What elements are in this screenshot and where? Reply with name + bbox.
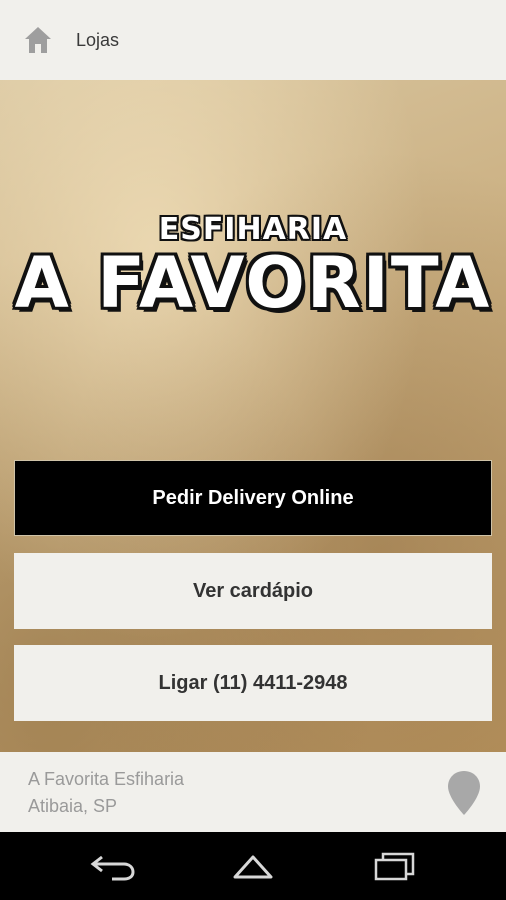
store-city: Atibaia, SP	[28, 796, 118, 816]
call-store-button[interactable]: Ligar (11) 4411-2948	[14, 645, 492, 721]
logo-title: A FAVORITA	[14, 242, 492, 324]
home-button[interactable]	[16, 18, 60, 62]
nav-home-icon	[233, 855, 273, 879]
store-panel: ESFIHARIA A FAVORITA Pedir Delivery Onli…	[0, 80, 506, 752]
store-info-bar: A Favorita Esfiharia Atibaia, SP	[0, 752, 506, 832]
back-icon	[90, 855, 135, 881]
system-nav-bar	[0, 832, 506, 900]
order-delivery-button[interactable]: Pedir Delivery Online	[14, 460, 492, 536]
store-name: A Favorita Esfiharia	[28, 769, 185, 789]
home-icon	[25, 27, 51, 53]
back-button[interactable]	[83, 846, 143, 886]
recents-icon	[374, 852, 415, 881]
top-bar: Lojas	[0, 0, 506, 80]
recents-button[interactable]	[364, 846, 424, 886]
nav-home-button[interactable]	[223, 846, 283, 886]
page-title: Lojas	[76, 29, 120, 50]
location-pin-icon[interactable]	[446, 770, 482, 816]
view-menu-button[interactable]: Ver cardápio	[14, 553, 492, 629]
